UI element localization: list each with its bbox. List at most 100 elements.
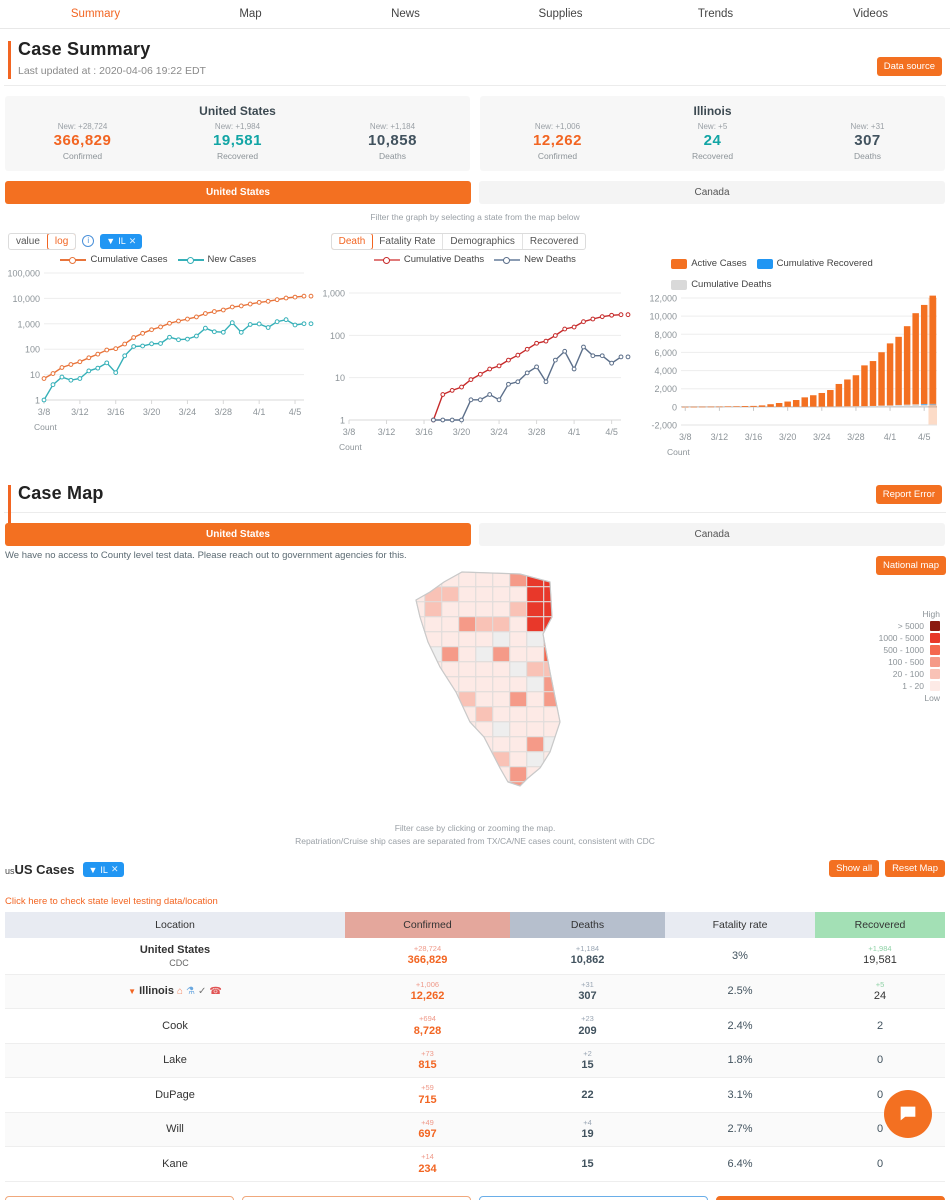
scale-log-option[interactable]: log: [46, 233, 76, 249]
legend-item-active-cases[interactable]: Active Cases: [671, 258, 747, 269]
cell-location[interactable]: Will: [5, 1112, 345, 1147]
location-source[interactable]: CDC: [5, 958, 345, 968]
summary-country-tab-united-states[interactable]: United States: [5, 181, 471, 204]
state-testing-link[interactable]: Click here to check state level testing …: [5, 896, 945, 907]
cell-location[interactable]: Kane: [5, 1146, 345, 1182]
map-country-tab-canada[interactable]: Canada: [479, 523, 945, 546]
nav-item-trends[interactable]: Trends: [638, 8, 793, 20]
nav-item-map[interactable]: Map: [173, 8, 328, 20]
stat-cell-deaths: New: +1,184 10,858 Deaths: [315, 122, 470, 161]
legend-high-label: High: [922, 609, 940, 619]
show-all-button[interactable]: Show all: [829, 859, 880, 877]
follow-us-button[interactable]: Follow us: [479, 1195, 708, 1200]
cell-location[interactable]: Cook: [5, 1008, 345, 1044]
map-legend-row: 1 - 20: [879, 681, 940, 691]
legend-label: Cumulative Deaths: [691, 279, 772, 290]
location-name: DuPage: [155, 1088, 195, 1101]
share-button[interactable]: Share: [5, 1195, 234, 1200]
legend-item-cumulative-recovered[interactable]: Cumulative Recovered: [756, 258, 873, 269]
cell-fatality-rate: 3%: [665, 937, 815, 975]
stat-new-value: New: +28,724: [57, 122, 108, 131]
table-row[interactable]: United States CDC +28,724 366,829 +1,184 10,8…: [5, 937, 945, 975]
reset-map-button[interactable]: Reset Map: [885, 859, 945, 877]
cases-table-title-prefix: us: [5, 866, 15, 876]
nav-item-videos[interactable]: Videos: [793, 8, 948, 20]
scale-value-option[interactable]: value: [9, 233, 48, 249]
flask-icon[interactable]: ⚗: [186, 986, 195, 997]
expand-triangle-icon[interactable]: ▼: [128, 987, 136, 996]
county-data-note: We have no access to County level test d…: [5, 550, 407, 561]
report-error-button[interactable]: Report Error: [875, 485, 942, 504]
svg-text:4/1: 4/1: [884, 432, 897, 442]
cell-value: 2.7%: [727, 1123, 753, 1136]
check-circle-icon[interactable]: ✓: [198, 986, 206, 997]
state-filter-chip[interactable]: ▼ IL ✕: [100, 233, 143, 249]
scale-toggle[interactable]: value log: [8, 232, 77, 250]
chat-button[interactable]: [884, 1090, 932, 1138]
line-marker-icon: [60, 255, 87, 264]
column-header-fatality-rate[interactable]: Fatality rate: [665, 911, 815, 938]
data-source-button[interactable]: Data source: [876, 57, 942, 76]
column-header-deaths[interactable]: Deaths: [510, 911, 665, 938]
nav-item-summary[interactable]: Summary: [18, 8, 173, 20]
table-row[interactable]: ▼ Illinois ⌂ ⚗ ✓ ☎ +1,006 12,262 +31 307 2.5% +5 24: [5, 974, 945, 1009]
cell-location[interactable]: DuPage: [5, 1077, 345, 1113]
column-header-location[interactable]: Location: [5, 911, 345, 938]
column-header-confirmed[interactable]: Confirmed: [345, 911, 510, 938]
home-icon[interactable]: ⌂: [177, 986, 183, 997]
svg-text:3/8: 3/8: [679, 432, 692, 442]
close-icon[interactable]: ✕: [129, 236, 137, 247]
table-row[interactable]: DuPage +59 715 22 3.1% 0: [5, 1077, 945, 1113]
cell-location[interactable]: Lake: [5, 1043, 345, 1078]
table-row[interactable]: Kane +14 234 15 6.4% 0: [5, 1146, 945, 1182]
filter-icon: ▼: [88, 864, 98, 875]
cell-recovered: +5 24: [815, 974, 945, 1009]
table-row[interactable]: Cook +694 8,728 +23 209 2.4% 2: [5, 1008, 945, 1044]
svg-text:4/5: 4/5: [605, 427, 618, 437]
cell-location[interactable]: ▼ Illinois ⌂ ⚗ ✓ ☎: [5, 974, 345, 1009]
legend-item-cumulative-deaths[interactable]: Cumulative Deaths: [373, 254, 484, 265]
map-legend-range: 500 - 1000: [883, 645, 924, 655]
legend-item-new-cases[interactable]: New Cases: [177, 254, 256, 265]
location-name: Illinois: [139, 985, 174, 998]
table-row[interactable]: Lake +73 815 +2 15 1.8% 0: [5, 1043, 945, 1078]
map-country-tabs: United States Canada: [5, 523, 945, 546]
bookmark-button[interactable]: Bookmark: [242, 1195, 471, 1200]
info-icon[interactable]: i: [82, 235, 95, 247]
metric-tab-fatality-rate[interactable]: Fatality Rate: [372, 233, 444, 249]
deaths-chart-controls: Death Fatality Rate Demographics Recovered: [317, 230, 634, 252]
cell-confirmed: +14 234: [345, 1146, 510, 1182]
metric-tab-recovered[interactable]: Recovered: [523, 234, 585, 249]
table-state-filter-chip[interactable]: ▼ IL ✕: [82, 862, 125, 877]
metric-tab-death[interactable]: Death: [331, 233, 374, 249]
nav-item-news[interactable]: News: [328, 8, 483, 20]
cases-line-chart[interactable]: 1 10 100 1,000 10,000 100,000 3/8 3/12 3/16 3/20 3…: [0, 265, 316, 440]
map-country-tab-united-states[interactable]: United States: [5, 523, 471, 546]
column-header-recovered[interactable]: Recovered: [815, 911, 945, 938]
map-legend-range: 100 - 500: [888, 657, 924, 667]
cell-value: 0: [876, 1054, 884, 1067]
metric-tab-demographics[interactable]: Demographics: [443, 233, 523, 249]
active-cases-bar-chart[interactable]: -2,000 0 2,000 4,000 6,000 8,000 10,000 12,000 3…: [633, 290, 949, 465]
cell-value: 0: [876, 1157, 884, 1170]
legend-item-cumulative-deaths[interactable]: Cumulative Deaths: [671, 279, 771, 290]
illinois-county-map[interactable]: [0, 567, 950, 797]
deaths-line-chart[interactable]: 1 10 100 1,000 3/8 3/12 3/16 3/20 3/24 3/28 4/1 4/5…: [317, 285, 633, 460]
stat-new-value: New: +1,984: [214, 122, 261, 131]
location-name: Will: [166, 1123, 184, 1136]
nav-item-supplies[interactable]: Supplies: [483, 8, 638, 20]
cell-location[interactable]: United States CDC: [5, 937, 345, 975]
legend-item-new-deaths[interactable]: New Deaths: [494, 254, 576, 265]
stat-total-value: 10,858: [368, 132, 417, 149]
metric-tabs[interactable]: Death Fatality Rate Demographics Recovered: [330, 232, 587, 250]
summary-country-tab-canada[interactable]: Canada: [479, 181, 945, 204]
svg-text:3/12: 3/12: [711, 432, 729, 442]
legend-item-cumulative-cases[interactable]: Cumulative Cases: [60, 254, 168, 265]
close-icon[interactable]: ✕: [111, 864, 119, 875]
illinois-map-area[interactable]: High > 5000 1000 - 5000 500 - 1000 100 - 50…: [0, 567, 950, 822]
phone-icon[interactable]: ☎: [209, 986, 221, 997]
table-row[interactable]: Will +49 697 +4 19 2.7% 0: [5, 1112, 945, 1147]
case-map-header: Case Map Report Error: [4, 473, 946, 523]
boba-tea-button[interactable]: Buy us a boba tea: [716, 1195, 945, 1200]
cell-value: 19: [581, 1128, 594, 1140]
